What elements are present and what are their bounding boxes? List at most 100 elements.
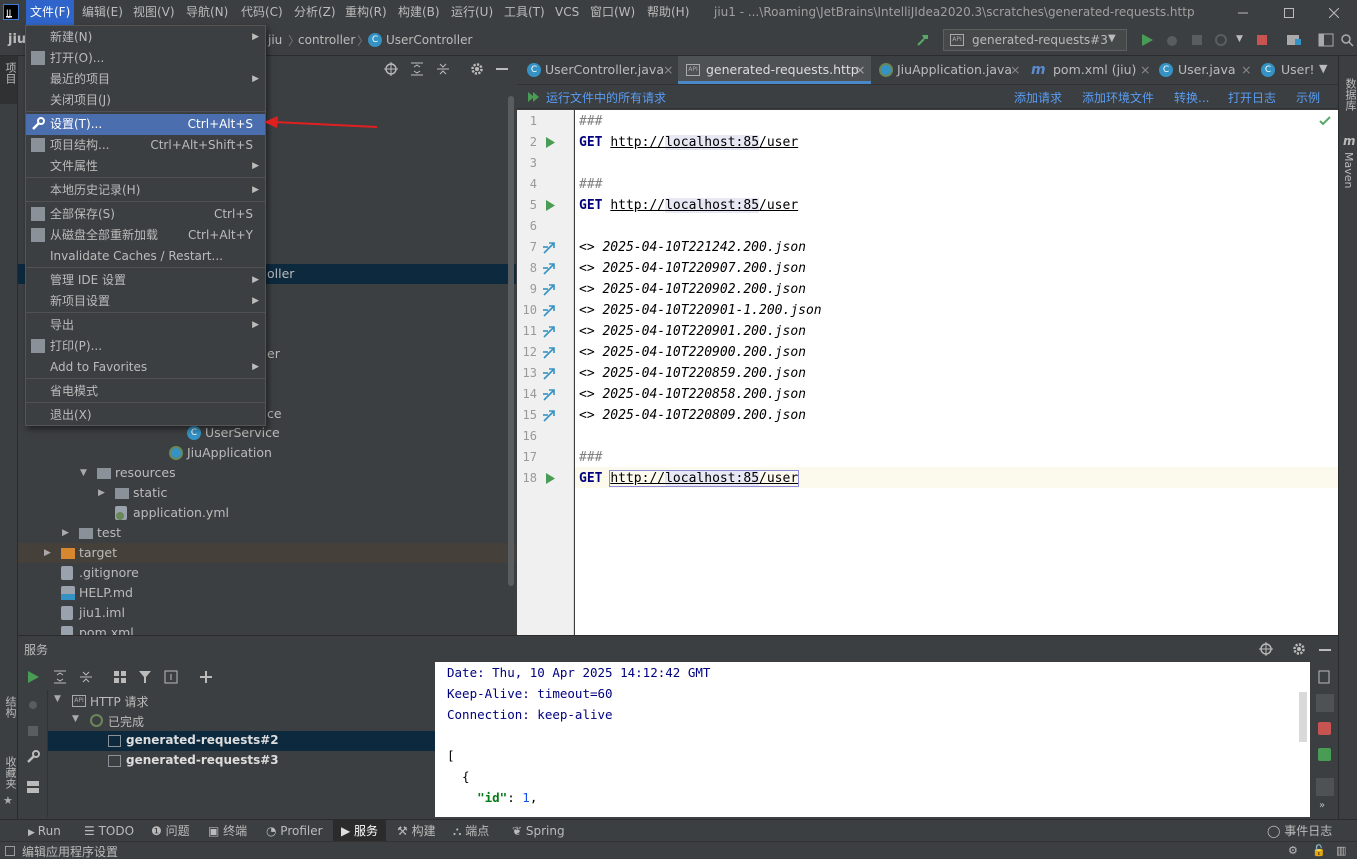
locate-icon[interactable]	[1259, 642, 1273, 656]
tree-row[interactable]: HELP.md	[18, 583, 516, 603]
filter-icon[interactable]	[138, 670, 152, 684]
tree-row[interactable]: ▶ target	[18, 543, 516, 563]
menu-item[interactable]: Invalidate Caches / Restart...	[26, 246, 265, 267]
wrench-icon[interactable]	[26, 750, 40, 764]
add-env-file-link[interactable]: 添加环境文件	[1082, 89, 1154, 106]
menu-item[interactable]: 最近的项目 ▶	[26, 69, 265, 90]
collapse-all-icon[interactable]	[436, 62, 450, 76]
chevron-down-icon[interactable]: ▼	[54, 694, 61, 704]
menu-item[interactable]: 文件属性 ▶	[26, 156, 265, 177]
tab-spring[interactable]: ❦ Spring	[512, 820, 565, 842]
more-chevron-icon[interactable]: »	[1319, 800, 1325, 811]
stop-icon[interactable]	[1256, 34, 1268, 46]
menu-item[interactable]: 打开(O)...	[26, 48, 265, 69]
menu-navigate[interactable]: 导航(N)	[186, 0, 228, 25]
database-tool-label[interactable]: 数据库	[1342, 78, 1357, 111]
services-run-icon[interactable]	[27, 671, 39, 683]
tree-row[interactable]: generated-requests#3	[48, 751, 435, 771]
copy-icon[interactable]	[1318, 670, 1330, 684]
menu-item[interactable]: Add to Favorites ▶	[26, 357, 265, 378]
tab-terminal[interactable]: ▣ 终端	[208, 820, 247, 842]
search-icon[interactable]	[1340, 33, 1354, 47]
tree-row[interactable]: ▶ test	[18, 523, 516, 543]
json-view-icon[interactable]	[1318, 748, 1331, 761]
compare-responses-icon[interactable]	[542, 262, 556, 276]
tab-user-controller[interactable]: C UserController.java ×	[517, 56, 678, 84]
convert-link[interactable]: 转换...	[1174, 89, 1209, 106]
build-hammer-icon[interactable]	[915, 32, 931, 48]
compare-responses-icon[interactable]	[542, 325, 556, 339]
request-url[interactable]: http://localhost:85/user	[610, 198, 798, 213]
request-url[interactable]: http://localhost:85/user	[610, 135, 798, 150]
compare-responses-icon[interactable]	[542, 388, 556, 402]
response-output[interactable]: Date: Thu, 10 Apr 2025 14:12:42 GMT Keep…	[435, 662, 1310, 817]
gear-icon[interactable]	[1292, 642, 1306, 656]
hide-panel-icon[interactable]	[1319, 649, 1331, 651]
menu-analyze[interactable]: 分析(Z)	[294, 0, 336, 25]
menu-item[interactable]: 退出(X)	[26, 405, 265, 426]
tree-row[interactable]: .gitignore	[18, 563, 516, 583]
close-tab-icon[interactable]: ×	[1241, 56, 1251, 84]
menu-view[interactable]: 视图(V)	[133, 0, 175, 25]
chevron-down-icon[interactable]: ▼	[72, 714, 79, 724]
menu-build[interactable]: 构建(B)	[398, 0, 440, 25]
tree-row[interactable]: application.yml	[18, 503, 516, 523]
gear-icon[interactable]	[470, 62, 484, 76]
menu-item[interactable]: 全部保存(S) Ctrl+S	[26, 204, 265, 225]
close-tab-icon[interactable]: ×	[1140, 56, 1150, 84]
services-gear-icon[interactable]	[26, 698, 40, 712]
run-icon[interactable]	[1140, 33, 1154, 47]
run-request-icon[interactable]	[545, 137, 555, 148]
run-all-requests-link[interactable]: 运行文件中的所有请求	[546, 89, 666, 106]
menu-item[interactable]: 关闭项目(J)	[26, 90, 265, 111]
layout-icon[interactable]	[26, 780, 40, 794]
html-view-icon[interactable]	[1318, 722, 1331, 735]
tree-row[interactable]: ▼ API HTTP 请求	[48, 691, 435, 711]
tree-row[interactable]: pom.xml	[18, 623, 516, 635]
power-save-icon[interactable]: ⚙	[1288, 844, 1298, 857]
menu-code[interactable]: 代码(C)	[241, 0, 283, 25]
hide-panel-icon[interactable]	[496, 68, 508, 70]
group-by-icon[interactable]	[113, 670, 127, 684]
menu-item[interactable]: 打印(P)...	[26, 336, 265, 357]
response-file-reference[interactable]: <> 2025-04-10T220907.200.json	[579, 261, 806, 276]
stop-icon[interactable]	[27, 725, 39, 737]
menu-item[interactable]: 项目结构... Ctrl+Alt+Shift+S	[26, 135, 265, 156]
tab-generated-requests[interactable]: API generated-requests.http ×	[678, 56, 871, 84]
close-tab-icon[interactable]: ×	[663, 56, 673, 84]
tree-row[interactable]: C UserService	[18, 423, 516, 443]
maven-tool-label[interactable]: Maven	[1342, 152, 1355, 188]
response-file-reference[interactable]: <> 2025-04-10T221242.200.json	[579, 240, 806, 255]
chevron-right-icon[interactable]: ▶	[98, 483, 105, 503]
close-tab-icon[interactable]: ×	[855, 56, 865, 84]
close-tab-icon[interactable]: ×	[1010, 56, 1020, 84]
menu-item[interactable]: 省电模式	[26, 381, 265, 402]
breadcrumb-controller[interactable]: controller	[298, 33, 355, 47]
tab-todo[interactable]: ☰ TODO	[84, 820, 134, 842]
run-all-icon[interactable]	[527, 91, 541, 103]
more-run-chevron-icon[interactable]: ▼	[1236, 34, 1243, 44]
tree-row-selected[interactable]: generated-requests#2	[48, 731, 435, 751]
run-request-icon[interactable]	[545, 473, 555, 484]
editor-code-area[interactable]: ### GET http://localhost:85/user ### GET ht…	[575, 110, 1338, 635]
compare-responses-icon[interactable]	[542, 304, 556, 318]
structure-tool-label[interactable]: 结构	[2, 696, 18, 718]
tab-run[interactable]: ▶ Run	[28, 820, 61, 842]
menu-item[interactable]: 本地历史记录(H) ▶	[26, 180, 265, 201]
close-window-button[interactable]	[1311, 0, 1357, 25]
breadcrumb-root[interactable]: jiu	[268, 33, 282, 47]
response-file-reference[interactable]: <> 2025-04-10T220809.200.json	[579, 408, 806, 423]
compare-responses-icon[interactable]	[542, 241, 556, 255]
lock-icon[interactable]: 🔓	[1312, 844, 1326, 857]
maximize-button[interactable]	[1266, 0, 1312, 25]
locate-icon[interactable]	[384, 62, 398, 76]
compare-responses-icon[interactable]	[542, 409, 556, 423]
project-structure-icon[interactable]	[1286, 33, 1302, 47]
response-file-reference[interactable]: <> 2025-04-10T220859.200.json	[579, 366, 806, 381]
tab-pom[interactable]: m pom.xml (jiu) ×	[1021, 56, 1151, 84]
add-service-icon[interactable]	[199, 670, 213, 684]
tab-jiu-application[interactable]: JiuApplication.java ×	[871, 56, 1021, 84]
menu-item[interactable]: 新建(N) ▶	[26, 27, 265, 48]
coverage-icon[interactable]	[1190, 33, 1204, 47]
tree-row[interactable]: ▶ static	[18, 483, 516, 503]
